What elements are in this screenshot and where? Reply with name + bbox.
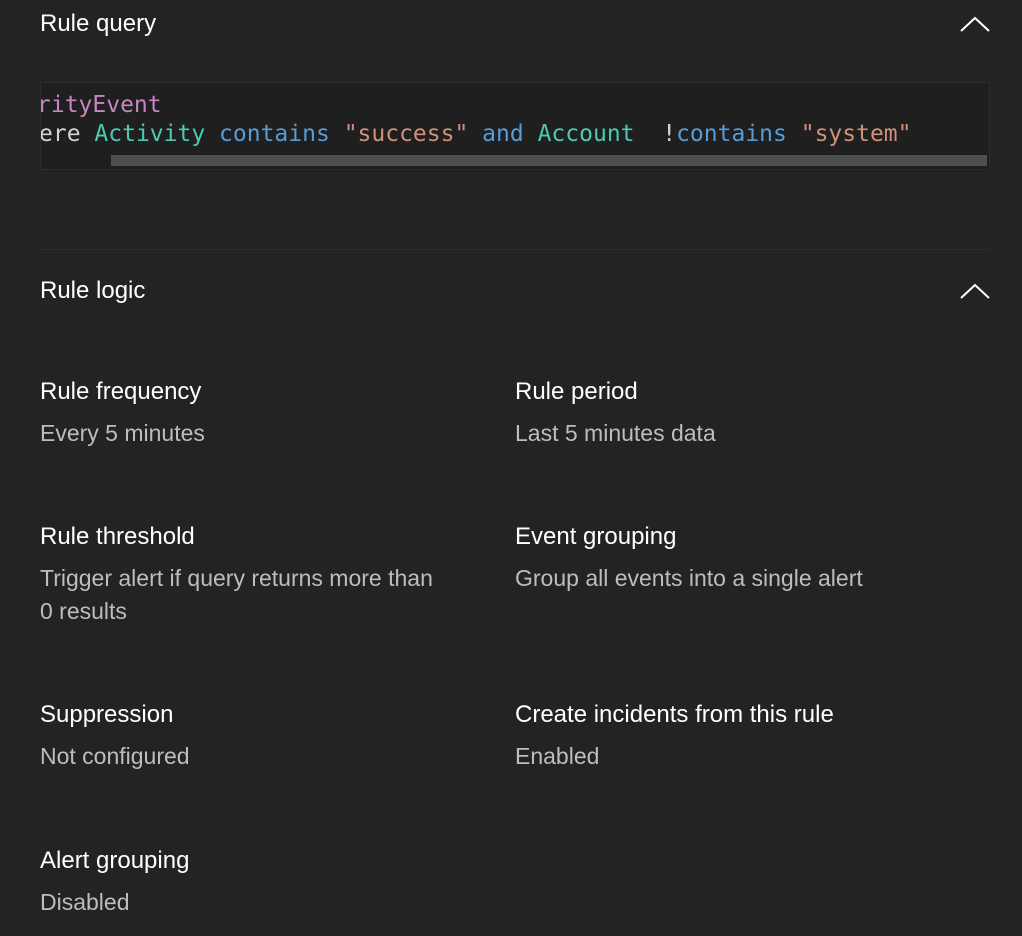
create-incidents-label: Create incidents from this rule: [515, 701, 834, 728]
suppression-field: Suppression Not configured: [40, 700, 480, 773]
code-keyword-token: ere: [40, 121, 81, 147]
event-grouping-field: Event grouping Group all events into a s…: [515, 522, 955, 595]
code-field-token: Activity: [94, 121, 206, 147]
chevron-up-icon[interactable]: [960, 14, 990, 34]
code-string-token: "success": [343, 121, 469, 147]
rule-threshold-field: Rule threshold Trigger alert if query re…: [40, 522, 440, 628]
rule-query-code-box[interactable]: rityEvent ere Activity contains "success…: [40, 82, 990, 170]
section-divider: [40, 249, 990, 250]
code-operator-token: contains: [676, 121, 787, 147]
code-table-token: rityEvent: [40, 92, 162, 118]
rule-logic-header[interactable]: Rule logic: [40, 271, 990, 311]
code-operator-token: and: [482, 121, 524, 147]
alert-grouping-value: Disabled: [40, 889, 130, 915]
suppression-value: Not configured: [40, 743, 190, 769]
event-grouping-value: Group all events into a single alert: [515, 565, 863, 591]
event-grouping-label: Event grouping: [515, 523, 677, 550]
rule-threshold-value: Trigger alert if query returns more than…: [40, 565, 433, 624]
rule-frequency-label: Rule frequency: [40, 378, 202, 405]
create-incidents-field: Create incidents from this rule Enabled: [515, 700, 955, 773]
code-line-1: rityEvent: [40, 91, 162, 119]
suppression-label: Suppression: [40, 701, 174, 728]
horizontal-scrollbar-thumb[interactable]: [111, 155, 987, 166]
create-incidents-value: Enabled: [515, 743, 600, 769]
rule-query-header[interactable]: Rule query: [40, 4, 990, 44]
rule-query-title: Rule query: [40, 10, 157, 37]
code-line-2: ere Activity contains "success" and Acco…: [40, 120, 912, 148]
alert-grouping-label: Alert grouping: [40, 847, 190, 874]
rule-frequency-field: Rule frequency Every 5 minutes: [40, 377, 480, 450]
code-string-token: "system": [800, 121, 912, 147]
rule-period-value: Last 5 minutes data: [515, 420, 716, 446]
alert-grouping-field: Alert grouping Disabled: [40, 846, 480, 919]
code-bang-token: !: [662, 121, 677, 147]
rule-logic-title: Rule logic: [40, 277, 146, 304]
rule-details-page: Rule query rityEvent ere Activity contai…: [0, 0, 1022, 936]
rule-period-field: Rule period Last 5 minutes data: [515, 377, 955, 450]
chevron-up-icon[interactable]: [960, 281, 990, 301]
code-field-token: Account: [537, 121, 635, 147]
code-operator-token: contains: [219, 121, 330, 147]
rule-frequency-value: Every 5 minutes: [40, 420, 205, 446]
rule-period-label: Rule period: [515, 378, 638, 405]
rule-threshold-label: Rule threshold: [40, 523, 195, 550]
